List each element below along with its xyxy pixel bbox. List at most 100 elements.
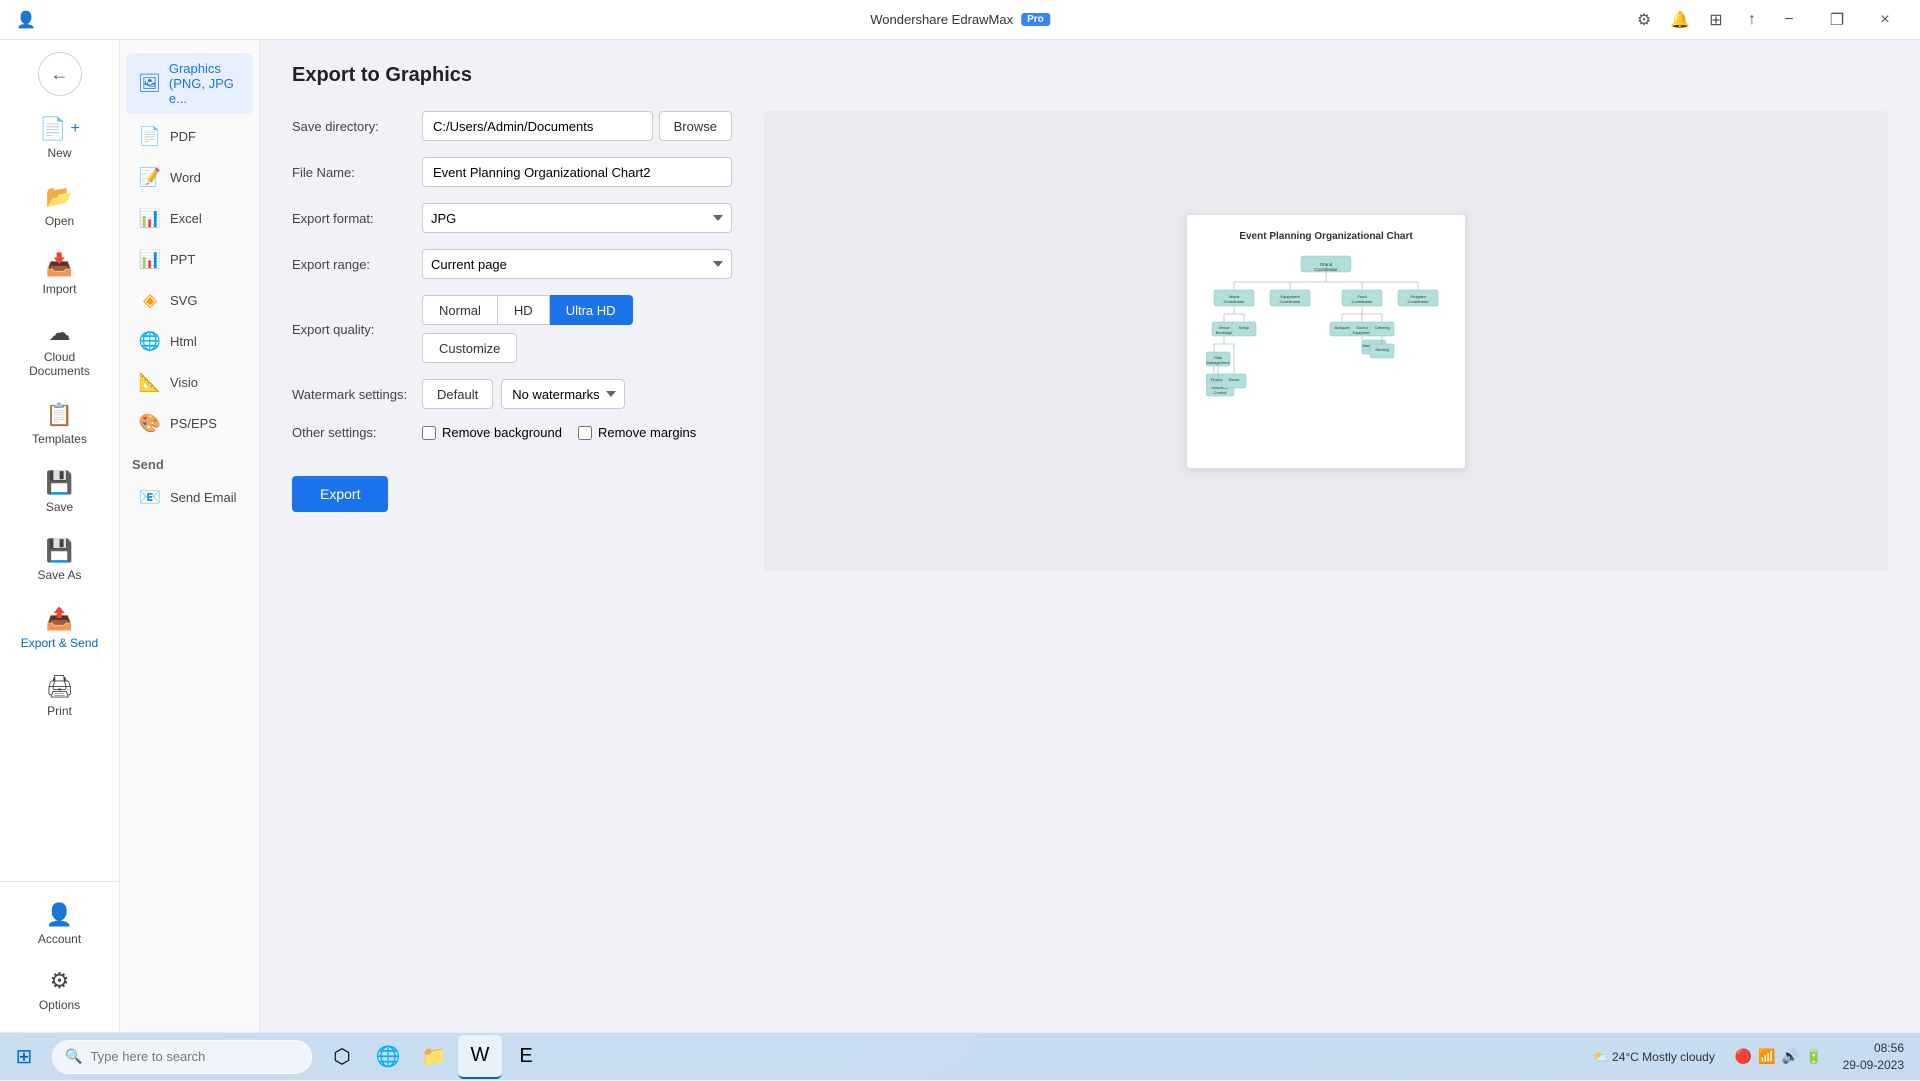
- sidebar-item-word[interactable]: 📝 Word: [126, 159, 253, 196]
- pseps-icon: 🎨: [138, 413, 162, 434]
- quality-normal-button[interactable]: Normal: [422, 295, 498, 325]
- preview-panel: Event Planning Organizational Chart Gran…: [764, 111, 1888, 571]
- export-format-row: Export format: JPG PNG BMP SVG: [292, 203, 732, 233]
- export-format-select[interactable]: JPG PNG BMP SVG: [422, 203, 732, 233]
- taskbar-app-explorer[interactable]: 📁: [412, 1035, 456, 1079]
- remove-margins-label: Remove margins: [598, 425, 696, 440]
- back-button[interactable]: ←: [38, 52, 82, 96]
- nav-item-cloud[interactable]: ☁ Cloud Documents: [6, 310, 113, 388]
- svg-text:Equipment: Equipment: [1352, 330, 1372, 335]
- export-form: Save directory: Browse File Name:: [292, 111, 1888, 571]
- quality-buttons: Normal HD Ultra HD: [422, 295, 732, 325]
- nav-item-templates[interactable]: 📋 Templates: [6, 392, 113, 456]
- sidebar-item-svg[interactable]: ◈ SVG: [126, 282, 253, 319]
- main-content: Export to Graphics Save directory: Brows…: [260, 40, 1920, 1032]
- graphics-icon: 🖼: [138, 73, 161, 94]
- sidebar-html-label: Html: [170, 334, 197, 349]
- remove-background-input[interactable]: [422, 426, 436, 440]
- tray-clock: 08:56: [1843, 1040, 1904, 1057]
- nav-options-label: Options: [39, 998, 80, 1012]
- export-quality-control: Normal HD Ultra HD Customize: [422, 295, 732, 363]
- sidebar: 🖼 Graphics (PNG, JPG e... 📄 PDF 📝 Word 📊…: [120, 40, 260, 1032]
- email-icon: 📧: [138, 487, 162, 508]
- sidebar-item-ppt[interactable]: 📊 PPT: [126, 241, 253, 278]
- cloud-icon[interactable]: ↑: [1738, 6, 1766, 34]
- browse-button[interactable]: Browse: [659, 111, 732, 141]
- sidebar-item-excel[interactable]: 📊 Excel: [126, 200, 253, 237]
- nav-bottom: 👤 Account ⚙ Options: [0, 881, 119, 1024]
- watermark-default-button[interactable]: Default: [422, 379, 493, 409]
- export-button[interactable]: Export: [292, 476, 388, 512]
- file-name-row: File Name:: [292, 157, 732, 187]
- restore-button[interactable]: ❐: [1814, 4, 1860, 36]
- taskbar-app-widgets[interactable]: ⬡: [320, 1035, 364, 1079]
- remove-margins-input[interactable]: [578, 426, 592, 440]
- tray-network-icon[interactable]: 📶: [1758, 1048, 1775, 1065]
- user-icon[interactable]: 👤: [12, 6, 40, 34]
- taskbar-search[interactable]: 🔍: [52, 1040, 312, 1074]
- sidebar-item-graphics[interactable]: 🖼 Graphics (PNG, JPG e...: [126, 53, 253, 114]
- search-input[interactable]: [90, 1049, 290, 1064]
- remove-background-checkbox[interactable]: Remove background: [422, 425, 562, 440]
- start-button[interactable]: ⊞: [0, 1033, 48, 1081]
- nav-item-new[interactable]: 📄 + New: [6, 106, 113, 170]
- taskbar-app-word[interactable]: W: [458, 1035, 502, 1079]
- svg-text:Coordinator: Coordinator: [1280, 299, 1302, 304]
- other-settings-label: Other settings:: [292, 425, 422, 440]
- new-plus-icon: +: [71, 120, 80, 138]
- svg-text:Control: Control: [1214, 390, 1227, 395]
- minimize-button[interactable]: −: [1766, 4, 1812, 36]
- tray-notification-icon[interactable]: 🔴: [1735, 1048, 1752, 1065]
- quality-hd-button[interactable]: HD: [498, 295, 550, 325]
- sidebar-item-pseps[interactable]: 🎨 PS/EPS: [126, 405, 253, 442]
- nav-item-open[interactable]: 📂 Open: [6, 174, 113, 238]
- notification-icon[interactable]: 🔔: [1666, 6, 1694, 34]
- export-range-control: Current page All pages Selected pages: [422, 249, 732, 279]
- nav-export-label: Export & Send: [21, 636, 98, 650]
- close-button[interactable]: ×: [1862, 4, 1908, 36]
- customize-button[interactable]: Customize: [422, 333, 517, 363]
- sidebar-item-pdf[interactable]: 📄 PDF: [126, 118, 253, 155]
- export-range-select[interactable]: Current page All pages Selected pages: [422, 249, 732, 279]
- nav-item-import[interactable]: 📥 Import: [6, 242, 113, 306]
- sidebar-item-html[interactable]: 🌐 Html: [126, 323, 253, 360]
- taskbar-app-edraw[interactable]: E: [504, 1035, 548, 1079]
- tray-time: 08:56 29-09-2023: [1835, 1038, 1912, 1076]
- svg-text:Catering: Catering: [1374, 325, 1389, 330]
- nav-item-export[interactable]: 📤 Export & Send: [6, 596, 113, 660]
- settings-icon[interactable]: ⚙: [1630, 6, 1658, 34]
- title-bar: 👤 Wondershare EdrawMax Pro ⚙ 🔔 ⊞ ↑ − ❐ ×: [0, 0, 1920, 40]
- nav-account-label: Account: [38, 932, 81, 946]
- file-name-input[interactable]: [422, 157, 732, 187]
- save-directory-input[interactable]: [422, 111, 653, 141]
- export-quality-label: Export quality:: [292, 322, 422, 337]
- export-range-row: Export range: Current page All pages Sel…: [292, 249, 732, 279]
- nav-item-print[interactable]: 🖨 Print: [6, 664, 113, 728]
- share-icon[interactable]: ⊞: [1702, 6, 1730, 34]
- nav-item-saveas[interactable]: 💾 Save As: [6, 528, 113, 592]
- window-controls: − ❐ ×: [1766, 4, 1908, 36]
- cloud-docs-icon: ☁: [49, 320, 71, 346]
- pro-badge: Pro: [1021, 13, 1050, 26]
- quality-ultrahd-button[interactable]: Ultra HD: [550, 295, 633, 325]
- sidebar-item-email[interactable]: 📧 Send Email: [126, 479, 253, 516]
- taskbar-app-edge[interactable]: 🌐: [366, 1035, 410, 1079]
- tray-sound-icon[interactable]: 🔊: [1782, 1048, 1799, 1065]
- excel-icon: 📊: [138, 208, 162, 229]
- export-format-control: JPG PNG BMP SVG: [422, 203, 732, 233]
- taskbar: ⊞ 🔍 ⬡ 🌐 📁 W E ⛅ 24°C Mostly cloudy 🔴 📶 🔊…: [0, 1032, 1920, 1080]
- watermark-select[interactable]: No watermarks Watermark 1: [501, 379, 625, 409]
- taskbar-tray: ⛅ 24°C Mostly cloudy 🔴 📶 🔊 🔋 08:56 29-09…: [1585, 1038, 1920, 1076]
- nav-item-account[interactable]: 👤 Account: [6, 892, 113, 956]
- watermark-row: Watermark settings: Default No watermark…: [292, 379, 732, 409]
- nav-item-options[interactable]: ⚙ Options: [6, 958, 113, 1022]
- svg-text:Coordinator: Coordinator: [1314, 267, 1338, 272]
- svg-icon: ◈: [138, 290, 162, 311]
- tray-battery-icon: 🔋: [1805, 1048, 1822, 1065]
- taskbar-apps: ⬡ 🌐 📁 W E: [320, 1035, 548, 1079]
- save-directory-group: Browse: [422, 111, 732, 141]
- nav-item-save[interactable]: 💾 Save: [6, 460, 113, 524]
- svg-text:Serving: Serving: [1375, 347, 1389, 352]
- sidebar-item-visio[interactable]: 📐 Visio: [126, 364, 253, 401]
- remove-margins-checkbox[interactable]: Remove margins: [578, 425, 696, 440]
